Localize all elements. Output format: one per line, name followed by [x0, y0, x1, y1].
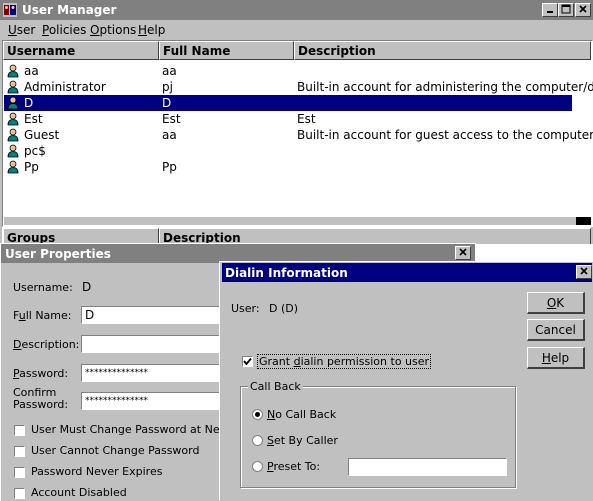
user-manager-icon	[3, 3, 17, 17]
user-row[interactable]: DD	[4, 95, 572, 111]
dialin-user-value: D (D)	[269, 302, 299, 315]
user-fullname: aa	[162, 64, 177, 78]
confirm-password-field[interactable]: **************	[81, 392, 221, 410]
column-username[interactable]: Username	[3, 41, 159, 60]
password-never-expires-checkbox[interactable]	[14, 467, 25, 478]
radio-preset-to[interactable]	[252, 461, 263, 472]
user-description: Est	[297, 112, 316, 126]
username-label: Username:	[13, 281, 73, 294]
column-fullname[interactable]: Full Name	[159, 41, 294, 60]
cannot-change-password-checkbox[interactable]	[14, 446, 25, 457]
menu-help[interactable]: Help	[138, 23, 165, 37]
user-properties-title: User Properties	[5, 247, 111, 261]
menu-user[interactable]: User	[8, 23, 35, 37]
fullname-label: Full Name:	[13, 309, 72, 322]
password-label: Password:	[13, 367, 69, 380]
main-titlebar: User Manager	[0, 0, 593, 20]
user-row[interactable]: Est Est Est	[4, 111, 572, 127]
user-row[interactable]: Pp Pp	[4, 159, 572, 175]
close-button[interactable]	[575, 3, 591, 17]
user-username: Est	[24, 112, 43, 126]
user-icon	[6, 144, 20, 158]
close-icon	[579, 5, 587, 13]
main-title: User Manager	[22, 3, 117, 17]
user-fullname: pj	[162, 80, 173, 94]
user-icon	[6, 128, 20, 142]
set-by-caller-label: Set By Caller	[267, 434, 338, 447]
menu-bar: User Policies Options Help	[0, 20, 593, 40]
close-icon	[580, 267, 588, 275]
dialin-user-label: User:	[231, 302, 260, 315]
user-properties-close-button[interactable]	[455, 246, 471, 260]
user-description: Built-in account for guest access to the…	[297, 128, 593, 142]
callback-group-label: Call Back	[248, 380, 303, 393]
minimize-icon	[547, 11, 553, 13]
description-label: Description:	[13, 338, 80, 351]
radio-no-call-back[interactable]	[252, 409, 263, 420]
help-button[interactable]: Help	[527, 347, 585, 369]
radio-set-by-caller[interactable]	[252, 435, 263, 446]
account-disabled-checkbox[interactable]	[14, 488, 25, 499]
password-field[interactable]: **************	[81, 364, 221, 382]
horizontal-scrollbar[interactable]	[4, 217, 591, 225]
close-icon	[459, 248, 467, 256]
user-description: Built-in account for administering the c…	[297, 80, 593, 94]
user-row[interactable]: Guest aa Built-in account for guest access…	[4, 127, 593, 143]
description-field[interactable]	[81, 335, 221, 353]
user-fullname: aa	[162, 128, 177, 142]
preset-to-field[interactable]	[348, 458, 507, 476]
preset-to-label: Preset To:	[267, 460, 321, 473]
user-icon	[6, 80, 20, 94]
no-call-back-label: No Call Back	[267, 408, 337, 421]
menu-policies[interactable]: Policies	[42, 23, 86, 37]
dialin-titlebar: Dialin Information	[222, 263, 592, 282]
user-icon	[6, 160, 20, 174]
confirm-label: Confirm Password:	[13, 386, 69, 411]
grant-dialin-checkbox[interactable]	[242, 356, 253, 367]
dialin-title: Dialin Information	[225, 266, 348, 280]
fullname-field[interactable]: D	[81, 306, 221, 324]
grant-dialin-label: Grant dialin permission to user	[257, 354, 432, 369]
user-fullname: Est	[162, 112, 181, 126]
checkmark-icon	[243, 357, 252, 366]
user-username: Pp	[24, 160, 39, 174]
ok-button[interactable]: OK	[527, 292, 585, 314]
cancel-button[interactable]: Cancel	[527, 319, 585, 341]
user-icon	[6, 96, 20, 110]
dialin-dialog: Dialin Information User: D (D) Grant dia…	[219, 261, 593, 500]
user-username: Administrator	[24, 80, 106, 94]
user-row[interactable]: aa aa	[4, 63, 572, 79]
password-never-expires-label: Password Never Expires	[31, 465, 163, 478]
must-change-password-checkbox[interactable]	[14, 425, 25, 436]
user-username: Guest	[24, 128, 60, 142]
user-fullname: D	[162, 96, 172, 110]
column-description[interactable]: Description	[294, 41, 591, 60]
username-value: D	[82, 280, 92, 294]
user-row[interactable]: pc$	[4, 143, 572, 159]
dialin-close-button[interactable]	[576, 265, 592, 279]
minimize-button[interactable]	[542, 3, 558, 17]
user-fullname: Pp	[162, 160, 177, 174]
user-row[interactable]: Administrator pj Built-in account for admi…	[4, 79, 593, 95]
user-icon	[6, 112, 20, 126]
must-change-password-label: User Must Change Password at Next Lo	[31, 423, 247, 436]
account-disabled-label: Account Disabled	[31, 486, 127, 499]
user-username: D	[24, 96, 34, 110]
user-username: pc$	[24, 144, 46, 158]
menu-options[interactable]: Options	[90, 23, 136, 37]
cannot-change-password-label: User Cannot Change Password	[31, 444, 200, 457]
maximize-icon	[561, 4, 571, 14]
user-username: aa	[24, 64, 39, 78]
user-icon	[6, 64, 20, 78]
maximize-button[interactable]	[558, 3, 574, 17]
